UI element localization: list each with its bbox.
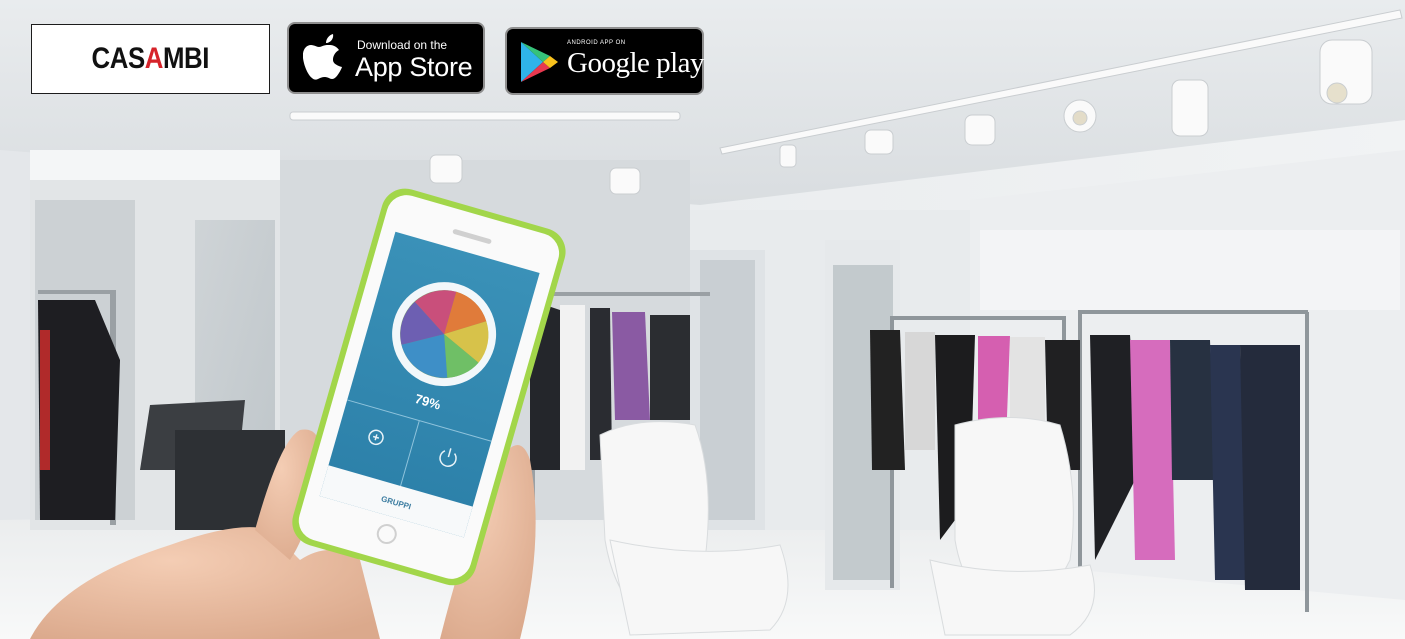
brand-part-2: MBI — [163, 42, 210, 75]
google-play-title: Google play — [567, 47, 705, 79]
shop-scene: GRUPPI 79% CASAMBI Download on the App S… — [0, 0, 1405, 639]
casambi-wordmark: CASAMBI — [91, 42, 210, 76]
app-store-caption: Download on the — [357, 38, 448, 52]
apple-icon — [303, 34, 342, 80]
google-play-badge[interactable]: ANDROID APP ON Google play — [505, 27, 705, 95]
google-play-icon — [521, 42, 558, 82]
casambi-logo-badge[interactable]: CASAMBI — [31, 24, 270, 94]
app-store-badge[interactable]: Download on the App Store — [287, 22, 485, 94]
google-play-caption: ANDROID APP ON — [567, 40, 626, 46]
app-store-title: App Store — [355, 52, 473, 82]
store-photo: GRUPPI 79% — [0, 0, 1405, 639]
brand-part-1: CAS — [91, 42, 146, 75]
brand-part-accent: A — [144, 42, 164, 75]
